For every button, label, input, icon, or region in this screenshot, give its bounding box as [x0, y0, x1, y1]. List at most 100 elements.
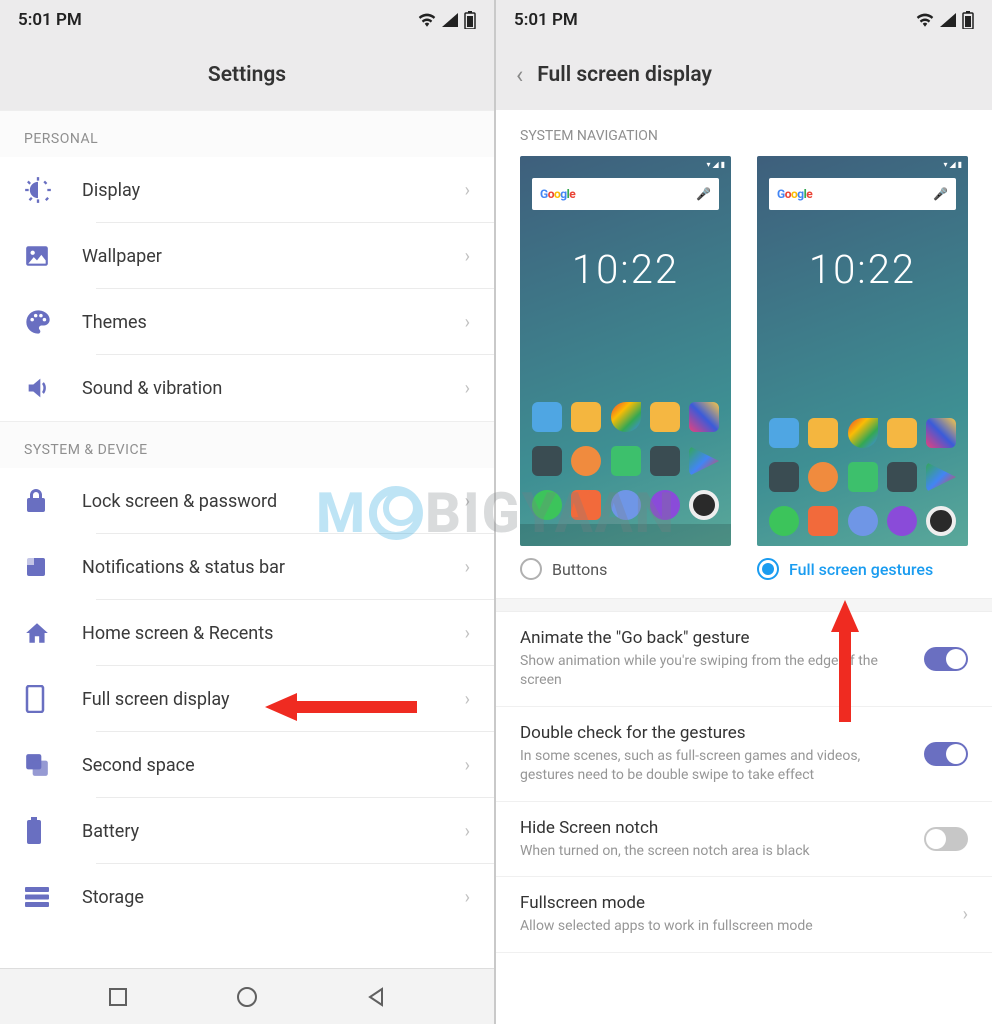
setting-title: Double check for the gestures	[520, 723, 910, 743]
settings-screen: 5:01 PM Settings PERSONAL Display ›	[0, 0, 496, 1024]
chevron-right-icon: ›	[465, 246, 470, 267]
item-label: Lock screen & password	[82, 491, 465, 512]
page-title: Settings	[20, 63, 474, 87]
item-wallpaper[interactable]: Wallpaper ›	[0, 223, 494, 289]
item-themes[interactable]: Themes ›	[0, 289, 494, 355]
toggle-switch[interactable]	[924, 742, 968, 766]
header: ‹ Full screen display	[496, 40, 992, 110]
setting-title: Fullscreen mode	[520, 893, 949, 913]
personal-list: Display › Wallpaper › Themes › Sound & v…	[0, 157, 494, 421]
radio-gestures[interactable]: Full screen gestures	[757, 558, 933, 580]
preview-gestures-image: ▾ ◢ ▮ Google 🎤 10:22	[757, 156, 968, 546]
radio-buttons[interactable]: Buttons	[520, 558, 607, 580]
status-bar: 5:01 PM	[496, 0, 992, 40]
wifi-icon	[916, 13, 934, 27]
back-button[interactable]: ‹	[516, 61, 523, 89]
phone-icon	[24, 685, 82, 713]
setting-fullscreen-mode[interactable]: Fullscreen mode Allow selected apps to w…	[496, 877, 992, 953]
radio-icon	[520, 558, 542, 580]
recents-button[interactable]	[107, 986, 129, 1008]
item-home[interactable]: Home screen & Recents ›	[0, 600, 494, 666]
preview-buttons-image: ▾ ◢ ▮ Google 🎤 10:22	[520, 156, 731, 546]
item-label: Wallpaper	[82, 246, 465, 267]
signal-icon	[940, 13, 956, 27]
preview-search-bar: Google 🎤	[532, 178, 719, 210]
status-icons	[916, 11, 974, 29]
header: Settings	[0, 40, 494, 110]
item-battery[interactable]: Battery ›	[0, 798, 494, 864]
setting-animate-back[interactable]: Animate the "Go back" gesture Show anima…	[496, 612, 992, 707]
item-sound[interactable]: Sound & vibration ›	[0, 355, 494, 421]
setting-subtitle: When turned on, the screen notch area is…	[520, 842, 910, 861]
system-list: Lock screen & password › Notifications &…	[0, 468, 494, 930]
item-label: Themes	[82, 312, 465, 333]
annotation-arrow-left	[265, 693, 297, 721]
setting-title: Hide Screen notch	[520, 818, 910, 838]
preview-clock: 10:22	[520, 246, 731, 293]
preview-search-bar: Google 🎤	[769, 178, 956, 210]
chevron-right-icon: ›	[465, 378, 470, 399]
item-storage[interactable]: Storage ›	[0, 864, 494, 930]
setting-subtitle: Show animation while you're swiping from…	[520, 652, 910, 690]
radio-label: Buttons	[552, 560, 607, 579]
back-button[interactable]	[366, 986, 388, 1008]
status-icons	[418, 11, 476, 29]
setting-hide-notch[interactable]: Hide Screen notch When turned on, the sc…	[496, 802, 992, 878]
section-nav-label: SYSTEM NAVIGATION	[496, 110, 992, 156]
home-button[interactable]	[235, 985, 259, 1009]
chevron-right-icon: ›	[465, 887, 470, 908]
preview-buttons[interactable]: ▾ ◢ ▮ Google 🎤 10:22	[520, 156, 731, 580]
image-icon	[24, 243, 82, 269]
item-fullscreen[interactable]: Full screen display ›	[0, 666, 494, 732]
chevron-right-icon: ›	[465, 557, 470, 578]
item-label: Sound & vibration	[82, 378, 465, 399]
item-notifications[interactable]: Notifications & status bar ›	[0, 534, 494, 600]
android-nav-bar	[0, 968, 494, 1024]
lock-icon	[24, 488, 82, 514]
toggle-switch[interactable]	[924, 647, 968, 671]
sound-icon	[24, 374, 82, 402]
item-label: Storage	[82, 887, 465, 908]
chevron-right-icon: ›	[465, 755, 470, 776]
item-second-space[interactable]: Second space ›	[0, 732, 494, 798]
item-display[interactable]: Display ›	[0, 157, 494, 223]
radio-icon	[757, 558, 779, 580]
status-time: 5:01 PM	[18, 10, 82, 30]
battery-icon	[962, 11, 974, 29]
item-lock[interactable]: Lock screen & password ›	[0, 468, 494, 534]
status-bar: 5:01 PM	[0, 0, 494, 40]
page-title: Full screen display	[537, 63, 712, 87]
item-label: Second space	[82, 755, 465, 776]
fullscreen-display-screen: 5:01 PM ‹ Full screen display SYSTEM NAV…	[496, 0, 992, 1024]
wifi-icon	[418, 13, 436, 27]
section-system-label: SYSTEM & DEVICE	[0, 421, 494, 468]
signal-icon	[442, 13, 458, 27]
battery-icon	[24, 817, 82, 845]
preview-clock: 10:22	[757, 246, 968, 293]
setting-subtitle: In some scenes, such as full-screen game…	[520, 747, 910, 785]
annotation-arrow-right	[831, 600, 859, 632]
toggle-switch[interactable]	[924, 827, 968, 851]
layers-icon	[24, 752, 82, 778]
chevron-right-icon: ›	[465, 623, 470, 644]
status-time: 5:01 PM	[514, 10, 578, 30]
item-label: Battery	[82, 821, 465, 842]
setting-subtitle: Allow selected apps to work in fullscree…	[520, 917, 949, 936]
chevron-right-icon: ›	[963, 904, 968, 925]
chevron-right-icon: ›	[465, 821, 470, 842]
chevron-right-icon: ›	[465, 491, 470, 512]
chevron-right-icon: ›	[465, 180, 470, 201]
notification-icon	[24, 555, 82, 579]
preview-gestures[interactable]: ▾ ◢ ▮ Google 🎤 10:22	[757, 156, 968, 580]
storage-icon	[24, 886, 82, 908]
brightness-icon	[24, 176, 82, 204]
section-personal-label: PERSONAL	[0, 110, 494, 157]
item-label: Home screen & Recents	[82, 623, 465, 644]
setting-double-check[interactable]: Double check for the gestures In some sc…	[496, 707, 992, 802]
item-label: Display	[82, 180, 465, 201]
chevron-right-icon: ›	[465, 312, 470, 333]
radio-label: Full screen gestures	[789, 560, 933, 579]
palette-icon	[24, 308, 82, 336]
battery-icon	[464, 11, 476, 29]
home-icon	[24, 620, 82, 646]
